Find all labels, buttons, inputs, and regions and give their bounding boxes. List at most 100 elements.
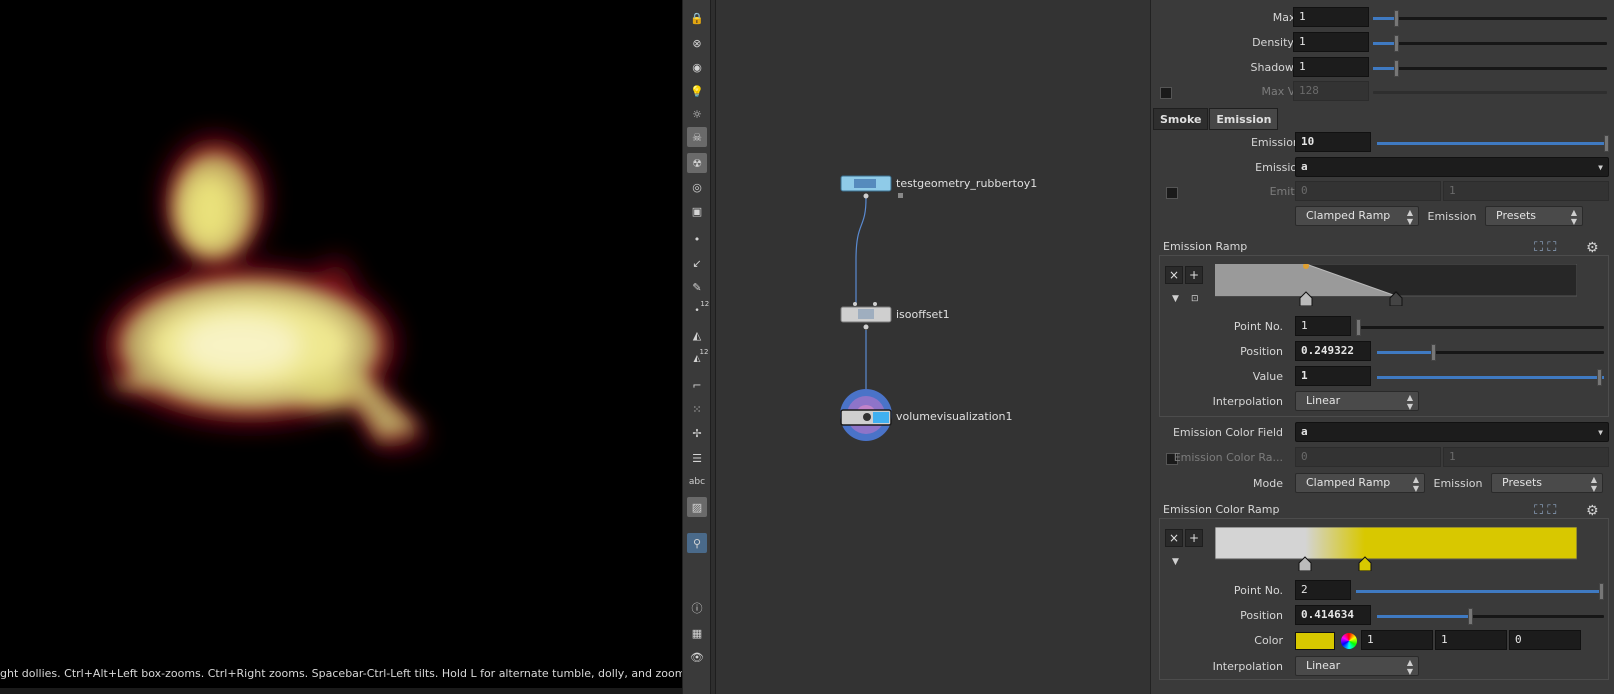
emit-range-max: 1 (1443, 181, 1609, 201)
viewport-side-toolbar: 🔒 ⊗ ◉ 💡 ☼ ☠ ☢ ◎ ▣ • ↙ ✎ • 12 ◭ ◭ 12 ⌐ ⁙ ✢ … (682, 0, 710, 694)
interpolation-dropdown[interactable]: Linear ▲ ▼ (1295, 391, 1419, 411)
point-numbers-icon[interactable]: • 12 (687, 300, 709, 321)
point-no-field[interactable]: 1 (1295, 316, 1351, 336)
emission-ramp-title: Emission Ramp (1163, 240, 1248, 253)
corner-icon[interactable]: ⌐ (687, 375, 707, 395)
volume-render (100, 138, 430, 450)
maximum-field[interactable]: 1 (1293, 7, 1369, 27)
edge-icon[interactable]: ↙ (687, 253, 707, 273)
tab-emission[interactable]: Emission (1209, 108, 1279, 130)
shadow-scale-field[interactable]: 1 (1293, 57, 1369, 77)
color-position-label: Position (1240, 609, 1283, 622)
color-label: Color (1254, 634, 1283, 647)
lock-icon[interactable]: 🔒 (687, 8, 707, 28)
list-icon[interactable]: ☰ (687, 448, 707, 468)
ramp-add-button[interactable]: + (1185, 266, 1203, 284)
color-interpolation-label: Interpolation (1212, 660, 1283, 673)
brush-icon[interactable]: ✎ (687, 277, 707, 297)
face-icon[interactable]: ◭ (687, 325, 707, 345)
node-testgeometry-rubbertoy1[interactable] (840, 175, 903, 199)
parameter-editor: Maximum 1 Density Scale 1 Shadow Scale 1… (1150, 0, 1614, 694)
density-scale-slider[interactable] (1373, 35, 1607, 52)
light-bulb-icon[interactable]: 💡 (687, 81, 707, 101)
emission-presets-label: Emission (1427, 210, 1477, 223)
axis-icon[interactable]: ✢ (687, 423, 707, 443)
background-image-icon[interactable]: ▨ (687, 497, 707, 517)
interpolation-label: Interpolation (1212, 395, 1283, 408)
emission-mode-dropdown[interactable]: Clamped Ramp ▲ ▼ (1295, 206, 1419, 226)
node-volumevisualization1[interactable] (840, 389, 892, 441)
color-position-slider[interactable] (1377, 608, 1604, 625)
emission-color-range-max: 1 (1443, 447, 1609, 467)
ramp-delete-button[interactable]: × (1165, 266, 1183, 284)
value-slider[interactable] (1377, 369, 1604, 386)
point-icon[interactable]: • (687, 229, 707, 249)
snap-pin-icon[interactable]: ⚲ (687, 533, 707, 553)
chevron-down-icon[interactable]: ▼ (1172, 294, 1179, 304)
emission-ramp-graph[interactable] (1215, 264, 1577, 306)
color-g-field[interactable]: 1 (1435, 630, 1507, 650)
prim-numbers-icon[interactable]: ◭ 12 (687, 348, 709, 369)
shadow-scale-slider[interactable] (1373, 60, 1607, 77)
color-swatch[interactable] (1295, 632, 1335, 650)
maximum-slider[interactable] (1373, 10, 1607, 27)
display-grid-icon[interactable]: ▦ (687, 623, 707, 643)
camera-icon[interactable]: ▣ (687, 201, 707, 221)
ramp-presets-icons[interactable]: ⛶ ⛶ (1534, 240, 1556, 255)
emission-color-field-label: Emission Color Field (1172, 426, 1283, 439)
eye-icon[interactable]: ◎ (687, 177, 707, 197)
network-wires (840, 175, 903, 441)
color-point-no-field[interactable]: 2 (1295, 580, 1351, 600)
color-point-no-label: Point No. (1233, 584, 1283, 597)
point-no-slider[interactable] (1356, 319, 1604, 336)
headlight-icon[interactable]: ☼ (687, 104, 707, 124)
value-field[interactable]: 1 (1295, 366, 1371, 386)
point-no-label: Point No. (1233, 320, 1283, 333)
node-label[interactable]: volumevisualization1 (896, 410, 1012, 423)
ghost-icon[interactable]: ☢ (687, 153, 707, 173)
emission-field-dropdown[interactable]: a ▼ (1295, 157, 1609, 177)
emission-color-field-dropdown[interactable]: a ▼ (1295, 422, 1609, 442)
3d-viewport[interactable]: ght dollies. Ctrl+Alt+Left box-zooms. Ct… (0, 0, 682, 694)
position-slider[interactable] (1377, 344, 1604, 361)
color-interpolation-dropdown[interactable]: Linear ▲ ▼ (1295, 656, 1419, 676)
info-icon[interactable]: ⓘ (687, 598, 707, 618)
viewport-bottom-bar (0, 688, 682, 694)
max-vis-res-slider (1373, 91, 1607, 94)
emission-presets-dropdown[interactable]: Presets ▲ ▼ (1485, 206, 1583, 226)
expand-icon[interactable]: ⊡ (1191, 294, 1199, 304)
gear-icon[interactable]: ⚙ (1586, 503, 1599, 519)
chevron-down-icon[interactable]: ▼ (1172, 557, 1179, 567)
node-isooffset1[interactable] (840, 302, 892, 330)
emission-scale-slider[interactable] (1377, 135, 1610, 152)
mode-label: Mode (1253, 477, 1283, 490)
emission-color-presets-label: Emission (1433, 477, 1483, 490)
node-label[interactable]: testgeometry_rubbertoy1 (896, 177, 1037, 190)
max-vis-res-field: 128 (1293, 81, 1369, 101)
visibility-eye-icon[interactable]: 👁 (687, 647, 707, 667)
tab-smoke[interactable]: Smoke (1153, 108, 1209, 130)
gear-icon[interactable]: ⚙ (1586, 240, 1599, 256)
color-b-field[interactable]: 0 (1509, 630, 1581, 650)
skull-icon[interactable]: ☠ (687, 127, 707, 147)
grid-dots-icon[interactable]: ⁙ (687, 399, 707, 419)
position-field[interactable]: 0.249322 (1295, 341, 1371, 361)
color-ramp-add-button[interactable]: + (1185, 529, 1203, 547)
emission-color-presets-dropdown[interactable]: Presets ▲ ▼ (1491, 473, 1603, 493)
color-r-field[interactable]: 1 (1361, 630, 1433, 650)
emission-color-ramp-graph[interactable] (1215, 527, 1577, 571)
node-label[interactable]: isooffset1 (896, 308, 950, 321)
network-editor[interactable]: testgeometry_rubbertoy1 isooffset1 volum… (716, 0, 1150, 694)
color-ramp-presets-icons[interactable]: ⛶ ⛶ (1534, 503, 1556, 518)
emission-color-range-min: 0 (1295, 447, 1441, 467)
color-wheel-icon[interactable] (1341, 633, 1357, 649)
density-scale-field[interactable]: 1 (1293, 32, 1369, 52)
color-position-field[interactable]: 0.414634 (1295, 605, 1371, 625)
emission-color-mode-dropdown[interactable]: Clamped Ramp ▲ ▼ (1295, 473, 1425, 493)
emission-scale-field[interactable]: 10 (1295, 132, 1371, 152)
color-point-no-slider[interactable] (1356, 583, 1605, 600)
close-circle-icon[interactable]: ⊗ (687, 33, 707, 53)
abc-label-icon[interactable]: abc (687, 472, 707, 492)
color-ramp-delete-button[interactable]: × (1165, 529, 1183, 547)
sphere-icon[interactable]: ◉ (687, 57, 707, 77)
